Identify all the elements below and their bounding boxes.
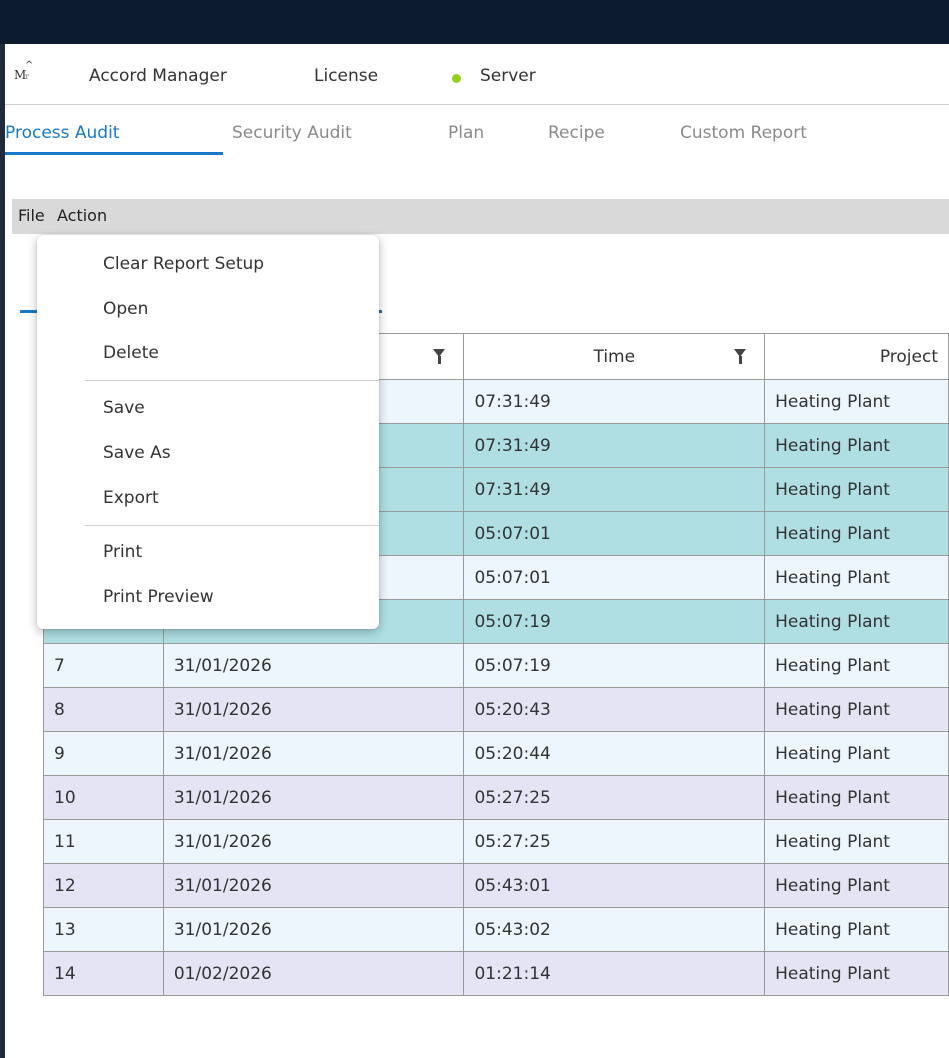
project-header-label: Project bbox=[879, 346, 938, 367]
cell-project: Heating Plant bbox=[764, 731, 949, 776]
tab-security-audit[interactable]: Security Audit bbox=[232, 123, 352, 143]
menu-bar: File Action bbox=[12, 199, 949, 234]
menu-item-print[interactable]: Print bbox=[103, 542, 142, 562]
cell-date: 31/01/2026 bbox=[162, 863, 465, 908]
menu-divider bbox=[85, 525, 379, 526]
action-menu[interactable]: Action bbox=[57, 206, 107, 225]
file-menu[interactable]: File bbox=[18, 206, 45, 225]
cell-time: 05:20:43 bbox=[463, 687, 766, 732]
server-menu[interactable]: Server bbox=[480, 66, 536, 86]
tab-recipe[interactable]: Recipe bbox=[548, 123, 605, 143]
header-cell-project[interactable]: Project bbox=[764, 333, 949, 380]
file-dropdown-menu: Clear Report Setup Open Delete Save Save… bbox=[37, 235, 379, 629]
active-tab-indicator bbox=[5, 152, 223, 155]
menu-item-open[interactable]: Open bbox=[103, 299, 148, 319]
server-status-dot-icon bbox=[452, 74, 461, 83]
cell-no: 12 bbox=[43, 863, 164, 908]
report-tabs: Process Audit Security Audit Plan Recipe… bbox=[5, 105, 949, 157]
cell-time: 05:20:44 bbox=[463, 731, 766, 776]
license-menu[interactable]: License bbox=[314, 66, 378, 86]
cell-time: 07:31:49 bbox=[463, 379, 766, 424]
cell-project: Heating Plant bbox=[764, 643, 949, 688]
window-border bbox=[0, 44, 5, 1058]
cell-project: Heating Plant bbox=[764, 379, 949, 424]
cell-project: Heating Plant bbox=[764, 687, 949, 732]
window-titlebar bbox=[0, 0, 949, 44]
tab-custom-report[interactable]: Custom Report bbox=[680, 123, 807, 143]
cell-time: 05:27:25 bbox=[463, 775, 766, 820]
menu-item-clear-report-setup[interactable]: Clear Report Setup bbox=[103, 254, 264, 274]
cell-date: 31/01/2026 bbox=[162, 775, 465, 820]
cell-project: Heating Plant bbox=[764, 819, 949, 864]
tab-process-audit[interactable]: Process Audit bbox=[5, 123, 119, 143]
cell-project: Heating Plant bbox=[764, 599, 949, 644]
cell-no: 8 bbox=[43, 687, 164, 732]
cell-time: 07:31:49 bbox=[463, 467, 766, 512]
cell-time: 07:31:49 bbox=[463, 423, 766, 468]
cell-date: 31/01/2026 bbox=[162, 907, 465, 952]
filter-icon[interactable] bbox=[734, 349, 747, 364]
cell-project: Heating Plant bbox=[764, 511, 949, 556]
cell-time: 05:07:19 bbox=[463, 643, 766, 688]
tab-plan[interactable]: Plan bbox=[448, 123, 484, 143]
header-cell-time[interactable]: Time bbox=[463, 333, 766, 380]
cell-time: 05:43:02 bbox=[463, 907, 766, 952]
cell-date: 31/01/2026 bbox=[162, 643, 465, 688]
cell-project: Heating Plant bbox=[764, 863, 949, 908]
cell-project: Heating Plant bbox=[764, 555, 949, 600]
table-row[interactable]: 10 31/01/2026 05:27:25 Heating Plant bbox=[43, 775, 949, 820]
cell-time: 01:21:14 bbox=[463, 951, 766, 996]
cell-date: 31/01/2026 bbox=[162, 687, 465, 732]
table-row[interactable]: 11 31/01/2026 05:27:25 Heating Plant bbox=[43, 819, 949, 864]
table-row[interactable]: 9 31/01/2026 05:20:44 Heating Plant bbox=[43, 731, 949, 776]
menu-item-delete[interactable]: Delete bbox=[103, 343, 159, 363]
cell-time: 05:43:01 bbox=[463, 863, 766, 908]
cell-time: 05:27:25 bbox=[463, 819, 766, 864]
cell-no: 11 bbox=[43, 819, 164, 864]
cell-project: Heating Plant bbox=[764, 423, 949, 468]
cell-no: 10 bbox=[43, 775, 164, 820]
cell-no: 13 bbox=[43, 907, 164, 952]
cell-project: Heating Plant bbox=[764, 907, 949, 952]
cell-no: 14 bbox=[43, 951, 164, 996]
cell-date: 31/01/2026 bbox=[162, 819, 465, 864]
app-logo-icon: M ^ r bbox=[14, 60, 34, 82]
cell-time: 05:07:19 bbox=[463, 599, 766, 644]
menu-item-save[interactable]: Save bbox=[103, 398, 145, 418]
cell-no: 9 bbox=[43, 731, 164, 776]
cell-project: Heating Plant bbox=[764, 467, 949, 512]
cell-date: 31/01/2026 bbox=[162, 731, 465, 776]
table-row[interactable]: 7 31/01/2026 05:07:19 Heating Plant bbox=[43, 643, 949, 688]
cell-time: 05:07:01 bbox=[463, 511, 766, 556]
table-row[interactable]: 13 31/01/2026 05:43:02 Heating Plant bbox=[43, 907, 949, 952]
cell-time: 05:07:01 bbox=[463, 555, 766, 600]
cell-no: 7 bbox=[43, 643, 164, 688]
cell-project: Heating Plant bbox=[764, 951, 949, 996]
app-header: M ^ r Accord Manager License Server bbox=[5, 44, 949, 105]
menu-item-save-as[interactable]: Save As bbox=[103, 443, 171, 463]
table-row[interactable]: 14 01/02/2026 01:21:14 Heating Plant bbox=[43, 951, 949, 996]
menu-divider bbox=[85, 380, 379, 381]
table-row[interactable]: 12 31/01/2026 05:43:01 Heating Plant bbox=[43, 863, 949, 908]
accord-manager-menu[interactable]: Accord Manager bbox=[89, 66, 227, 86]
menu-item-export[interactable]: Export bbox=[103, 488, 159, 508]
time-header-label: Time bbox=[593, 346, 636, 367]
filter-icon[interactable] bbox=[433, 349, 446, 364]
menu-item-print-preview[interactable]: Print Preview bbox=[103, 587, 214, 607]
cell-date: 01/02/2026 bbox=[162, 951, 465, 996]
cell-project: Heating Plant bbox=[764, 775, 949, 820]
table-row[interactable]: 8 31/01/2026 05:20:43 Heating Plant bbox=[43, 687, 949, 732]
